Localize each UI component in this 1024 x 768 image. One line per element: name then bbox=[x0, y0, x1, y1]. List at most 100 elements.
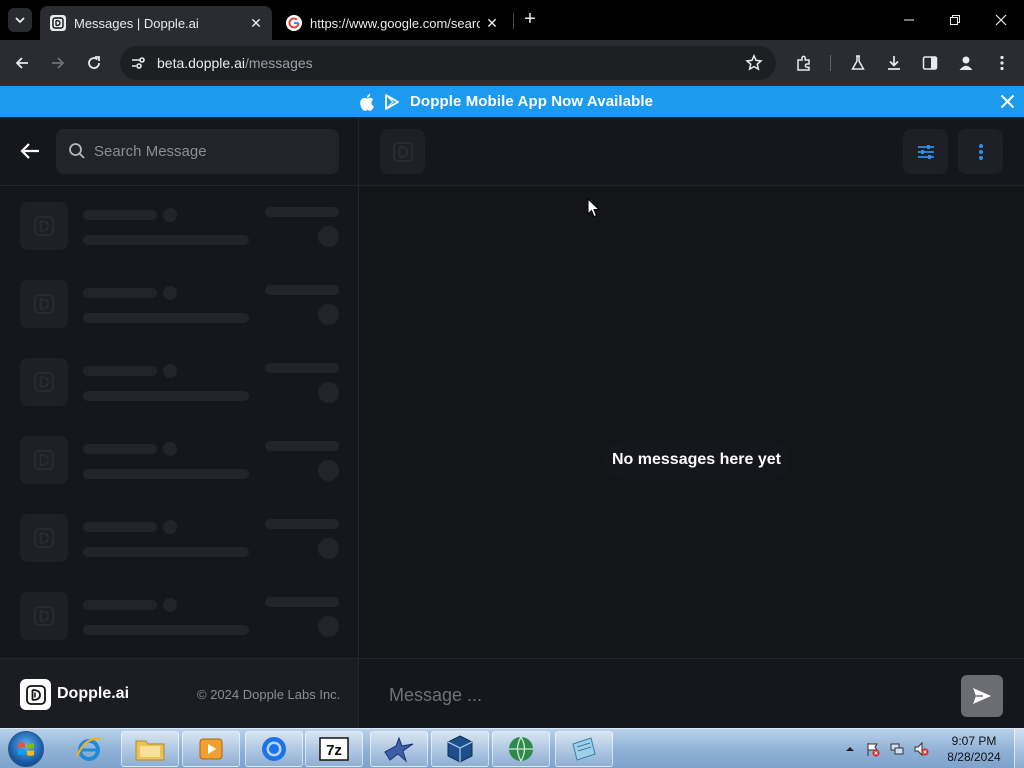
reload-button[interactable] bbox=[82, 51, 106, 75]
start-button[interactable] bbox=[8, 731, 44, 767]
skeleton-time bbox=[265, 285, 339, 295]
back-button[interactable] bbox=[18, 139, 42, 163]
url-path: /messages bbox=[244, 55, 313, 71]
taskbar-file-explorer[interactable] bbox=[121, 731, 179, 767]
taskbar-internet-explorer[interactable] bbox=[60, 731, 118, 767]
site-settings-icon bbox=[132, 57, 145, 69]
sidebar-footer: Dopple.ai © 2024 Dopple Labs Inc. bbox=[0, 658, 358, 728]
taskbar-media-player[interactable] bbox=[182, 731, 240, 767]
show-hidden-icons-icon[interactable] bbox=[845, 744, 855, 754]
taskbar-bird-app[interactable] bbox=[370, 731, 428, 767]
windows-logo-icon bbox=[18, 742, 34, 756]
puzzle-icon bbox=[797, 55, 810, 71]
send-icon bbox=[973, 688, 991, 704]
skeleton-count bbox=[318, 382, 339, 403]
skeleton-count bbox=[318, 226, 339, 247]
forward-button[interactable] bbox=[46, 51, 70, 75]
skeleton-count bbox=[318, 538, 339, 559]
skeleton-name bbox=[83, 444, 157, 454]
dopple-placeholder-icon bbox=[34, 606, 54, 626]
dopple-placeholder-icon bbox=[392, 141, 413, 162]
avatar-placeholder bbox=[20, 514, 68, 562]
taskbar-chrome[interactable] bbox=[245, 731, 303, 767]
banner-text[interactable]: Dopple Mobile App Now Available bbox=[410, 93, 653, 110]
labs-button[interactable] bbox=[846, 51, 870, 75]
conversation-skeleton-row bbox=[20, 592, 340, 640]
dopple-favicon-icon bbox=[50, 15, 66, 31]
url-host: beta.dopple.ai bbox=[157, 55, 245, 71]
taskbar-notepad-app[interactable] bbox=[555, 731, 613, 767]
empty-state-message: No messages here yet bbox=[605, 441, 788, 479]
close-tab-icon[interactable]: ✕ bbox=[484, 15, 500, 31]
volume-muted-icon[interactable] bbox=[913, 741, 929, 757]
send-button[interactable] bbox=[961, 675, 1003, 717]
search-message-box[interactable] bbox=[56, 129, 339, 174]
skeleton-time bbox=[265, 597, 339, 607]
skeleton-time bbox=[265, 207, 339, 217]
message-composer bbox=[359, 658, 1024, 728]
chat-more-button[interactable] bbox=[958, 129, 1003, 174]
tab-messages-dopple[interactable]: Messages | Dopple.ai ✕ bbox=[40, 6, 272, 40]
skeleton-badge bbox=[163, 364, 177, 378]
conversation-skeleton-row bbox=[20, 436, 340, 484]
toolbar-separator bbox=[830, 55, 831, 71]
download-icon bbox=[888, 56, 900, 70]
chat-header bbox=[359, 117, 1024, 186]
skeleton-badge bbox=[163, 598, 177, 612]
tab-search-button[interactable] bbox=[8, 8, 32, 32]
kebab-menu-icon bbox=[1000, 55, 1004, 71]
taskbar-7zip[interactable]: 7z bbox=[305, 731, 363, 767]
avatar-placeholder bbox=[20, 280, 68, 328]
bookmark-star-icon[interactable] bbox=[745, 54, 763, 72]
restore-button[interactable] bbox=[932, 0, 978, 40]
apple-icon bbox=[360, 93, 374, 111]
new-tab-button[interactable]: + bbox=[520, 9, 540, 30]
side-panel-button[interactable] bbox=[918, 51, 942, 75]
clock-time: 9:07 PM bbox=[951, 734, 997, 748]
close-tab-icon[interactable]: ✕ bbox=[248, 15, 264, 31]
tab-google-search[interactable]: https://www.google.com/search ✕ bbox=[276, 6, 508, 40]
chat-settings-button[interactable] bbox=[903, 129, 948, 174]
network-icon[interactable] bbox=[889, 741, 905, 757]
bird-app-icon bbox=[384, 736, 414, 763]
skeleton-name bbox=[83, 600, 157, 610]
conversation-skeleton-row bbox=[20, 202, 340, 250]
skeleton-badge bbox=[163, 208, 177, 222]
tab-separator bbox=[513, 13, 514, 29]
close-banner-icon[interactable] bbox=[1000, 94, 1015, 109]
chat-avatar[interactable] bbox=[380, 129, 425, 174]
dopple-placeholder-icon bbox=[34, 528, 54, 548]
extensions-button[interactable] bbox=[792, 51, 816, 75]
message-input[interactable] bbox=[389, 679, 949, 711]
search-message-input[interactable] bbox=[94, 129, 329, 174]
skeleton-name bbox=[83, 288, 157, 298]
app-promo-banner[interactable]: Dopple Mobile App Now Available bbox=[0, 86, 1024, 117]
skeleton-name bbox=[83, 522, 157, 532]
virtualbox-icon bbox=[447, 735, 473, 763]
browser-menu-button[interactable] bbox=[990, 51, 1014, 75]
taskbar-globe-app[interactable] bbox=[492, 731, 550, 767]
action-center-flag-icon[interactable] bbox=[865, 741, 881, 757]
search-icon bbox=[69, 143, 85, 159]
skeleton-name bbox=[83, 210, 157, 220]
skeleton-count bbox=[318, 460, 339, 481]
back-button[interactable] bbox=[10, 51, 34, 75]
show-desktop-button[interactable] bbox=[1014, 729, 1024, 768]
flask-icon bbox=[851, 55, 865, 70]
brand-name[interactable]: Dopple.ai bbox=[57, 685, 129, 703]
windows-taskbar: 7z 9:07 PM 8/28/2024 bbox=[0, 728, 1024, 768]
close-window-button[interactable] bbox=[978, 0, 1024, 40]
dopple-logo-icon[interactable] bbox=[20, 679, 51, 710]
profile-button[interactable] bbox=[954, 51, 978, 75]
restore-icon bbox=[950, 15, 960, 25]
arrow-right-icon bbox=[52, 57, 65, 69]
downloads-button[interactable] bbox=[882, 51, 906, 75]
skeleton-preview bbox=[83, 313, 249, 323]
taskbar-clock[interactable]: 9:07 PM 8/28/2024 bbox=[944, 733, 1004, 765]
skeleton-preview bbox=[83, 391, 249, 401]
taskbar-virtualbox[interactable] bbox=[431, 731, 489, 767]
close-icon bbox=[995, 14, 1007, 26]
minimize-button[interactable] bbox=[886, 0, 932, 40]
skeleton-preview bbox=[83, 625, 249, 635]
address-bar[interactable]: beta.dopple.ai/messages bbox=[120, 46, 776, 80]
